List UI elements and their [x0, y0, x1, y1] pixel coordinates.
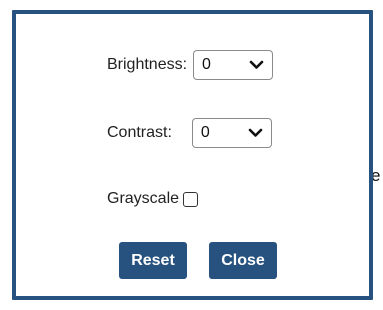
contrast-row: Contrast: 0 — [107, 118, 272, 148]
brightness-select-value: 0 — [202, 56, 211, 73]
reset-button[interactable]: Reset — [119, 242, 187, 279]
image-adjust-dialog: Brightness: 0 Contrast: 0 Grayscale Rese… — [12, 10, 373, 300]
screen: e Brightness: 0 Contrast: 0 Grayscale Re… — [0, 0, 383, 310]
chevron-down-icon — [249, 60, 264, 69]
grayscale-row: Grayscale — [107, 190, 199, 208]
brightness-row: Brightness: 0 — [107, 50, 274, 80]
brightness-select[interactable]: 0 — [193, 50, 274, 80]
close-button[interactable]: Close — [209, 242, 277, 279]
grayscale-checkbox[interactable] — [183, 191, 199, 207]
grayscale-label: Grayscale — [107, 190, 180, 207]
contrast-select-value: 0 — [200, 124, 210, 141]
brightness-label: Brightness: — [107, 56, 188, 73]
chevron-down-icon — [248, 128, 263, 137]
contrast-label: Contrast: — [107, 124, 172, 141]
contrast-select[interactable]: 0 — [191, 118, 272, 148]
